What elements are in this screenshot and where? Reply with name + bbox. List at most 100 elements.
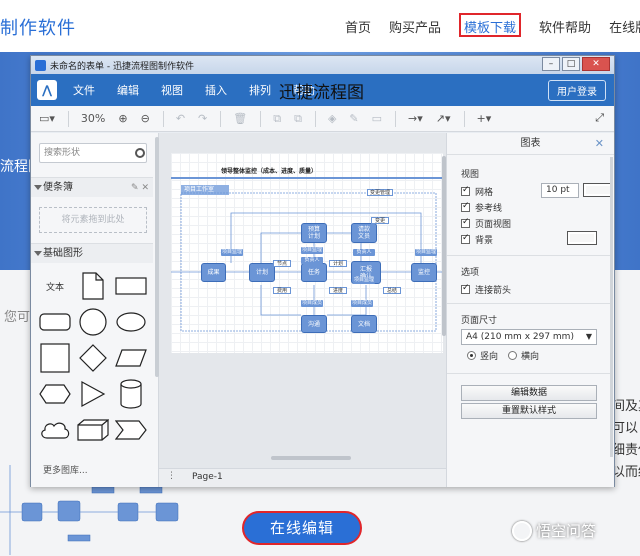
- window-titlebar[interactable]: 未命名的表单 - 迅捷流程图制作软件 – □ ✕: [31, 56, 614, 74]
- delete-icon[interactable]: 🗑: [233, 112, 247, 125]
- shape-parallelogram-icon[interactable]: [113, 341, 149, 375]
- zoom-level[interactable]: 30%: [81, 112, 105, 125]
- flow-node[interactable]: 成果: [201, 263, 226, 282]
- page-view-option[interactable]: 页面视图: [461, 217, 511, 230]
- undo-icon[interactable]: ↶: [176, 112, 185, 125]
- nav-online[interactable]: 在线版: [609, 17, 640, 37]
- shape-step-icon[interactable]: [113, 413, 149, 447]
- flow-note[interactable]: 节点: [273, 260, 291, 267]
- shape-rounded-rect-icon[interactable]: [37, 305, 73, 339]
- diagram-page[interactable]: 领导整体监控（成本、进度、质量） 项目工作室 成果 计划 任务 汇报 确认 监控…: [171, 153, 443, 353]
- shape-triangle-icon[interactable]: [75, 377, 111, 411]
- landscape-radio[interactable]: [508, 351, 518, 360]
- zoom-out-icon[interactable]: ⊖: [141, 112, 150, 125]
- shadow-icon[interactable]: ▭: [372, 112, 382, 125]
- connection-arrows-option[interactable]: 连接箭头: [461, 283, 511, 296]
- grid-color-swatch[interactable]: [583, 183, 613, 197]
- menu-file[interactable]: 文件: [73, 82, 95, 98]
- properties-tab[interactable]: 图表: [521, 138, 541, 149]
- shape-note-icon[interactable]: [75, 269, 111, 303]
- zoom-in-icon[interactable]: ⊕: [118, 112, 127, 125]
- properties-close-icon[interactable]: ✕: [595, 133, 604, 155]
- background-checkbox[interactable]: [461, 233, 470, 244]
- flow-note[interactable]: 变更管理: [367, 189, 393, 196]
- flow-note[interactable]: 计划: [329, 260, 347, 267]
- to-back-icon[interactable]: ⧉: [294, 112, 302, 126]
- shape-text[interactable]: 文本: [37, 269, 73, 303]
- flow-label[interactable]: 项目成员: [351, 300, 373, 307]
- shape-ellipse-icon[interactable]: [113, 305, 149, 339]
- guides-checkbox[interactable]: [461, 201, 470, 212]
- grid-checkbox[interactable]: [461, 185, 470, 196]
- scratchpad-tools[interactable]: ✎ ✕: [131, 178, 149, 198]
- to-front-icon[interactable]: ⧉: [273, 112, 281, 126]
- insert-icon[interactable]: +▾: [477, 112, 492, 125]
- flow-label[interactable]: 负责人: [353, 249, 375, 256]
- site-logo[interactable]: 制作软件: [0, 14, 76, 40]
- menu-edit[interactable]: 编辑: [117, 82, 139, 98]
- fill-color-icon[interactable]: ◈: [328, 112, 336, 125]
- shape-diamond-icon[interactable]: [75, 341, 111, 375]
- basic-shapes-header[interactable]: 基础图形: [31, 243, 153, 263]
- flow-node[interactable]: 文档: [351, 315, 377, 333]
- flow-node[interactable]: 请款 文员: [351, 223, 377, 243]
- flow-node[interactable]: 监控: [411, 263, 437, 282]
- reset-style-button[interactable]: 重置默认样式: [461, 403, 597, 419]
- shape-search-input[interactable]: 搜索形状: [39, 143, 147, 163]
- shape-cylinder-icon[interactable]: [113, 377, 149, 411]
- page-tab[interactable]: Page-1: [192, 472, 223, 482]
- grid-size-input[interactable]: 10 pt: [541, 183, 579, 198]
- shape-rectangle-icon[interactable]: [113, 269, 149, 303]
- flow-label[interactable]: 项目监理: [415, 249, 437, 256]
- shape-square-icon[interactable]: [37, 341, 73, 375]
- edit-data-button[interactable]: 编辑数据: [461, 385, 597, 401]
- canvas-area[interactable]: 领导整体监控（成本、进度、质量） 项目工作室 成果 计划 任务 汇报 确认 监控…: [159, 133, 446, 468]
- menu-arrange[interactable]: 排列: [249, 82, 271, 98]
- flow-node[interactable]: 任务: [301, 263, 327, 282]
- flow-node[interactable]: 预算 计划: [301, 223, 327, 243]
- flow-label[interactable]: 项目成员: [301, 300, 323, 307]
- paper-size-select[interactable]: A4 (210 mm x 297 mm) ▼: [461, 329, 597, 345]
- properties-scrollbar[interactable]: [610, 157, 613, 457]
- flow-node[interactable]: 沟通: [301, 315, 327, 333]
- shape-cloud-icon[interactable]: [37, 413, 73, 447]
- grid-option[interactable]: 网格: [461, 185, 493, 198]
- search-icon[interactable]: [135, 148, 145, 158]
- menu-view[interactable]: 视图: [161, 82, 183, 98]
- flow-label[interactable]: 负责人: [301, 257, 323, 264]
- nav-help[interactable]: 软件帮助: [539, 17, 591, 37]
- nav-home[interactable]: 首页: [345, 17, 371, 37]
- shape-cube-icon[interactable]: [75, 413, 111, 447]
- background-option[interactable]: 背景: [461, 233, 493, 246]
- scratchpad-drop-zone[interactable]: 将元素拖到此处: [39, 207, 147, 233]
- flow-note[interactable]: 进度: [329, 287, 347, 294]
- flow-node[interactable]: 计划: [249, 263, 275, 282]
- page-view-checkbox[interactable]: [461, 217, 470, 228]
- fullscreen-icon[interactable]: ⤢: [595, 111, 604, 125]
- redo-icon[interactable]: ↷: [198, 112, 207, 125]
- flow-note[interactable]: 变更: [371, 217, 389, 224]
- login-button[interactable]: 用户登录: [548, 80, 606, 101]
- nav-templates[interactable]: 模板下载: [459, 13, 522, 37]
- close-button[interactable]: ✕: [582, 57, 610, 71]
- flow-label[interactable]: 项目监理: [301, 247, 323, 254]
- background-color-swatch[interactable]: [567, 231, 597, 245]
- flow-note[interactable]: 费用: [273, 287, 291, 294]
- online-edit-button[interactable]: 在线编辑: [242, 511, 362, 545]
- minimize-button[interactable]: –: [542, 57, 560, 71]
- menu-insert[interactable]: 插入: [205, 82, 227, 98]
- shape-circle-icon[interactable]: [75, 305, 111, 339]
- line-color-icon[interactable]: ✎: [349, 112, 358, 125]
- more-libraries-link[interactable]: 更多图库...: [43, 463, 88, 476]
- flow-label[interactable]: 项目监理: [221, 249, 243, 256]
- shape-hexagon-icon[interactable]: [37, 377, 73, 411]
- page-menu-icon[interactable]: ⋮: [167, 471, 176, 481]
- flow-label[interactable]: 项目监理: [353, 277, 375, 284]
- maximize-button[interactable]: □: [562, 57, 580, 71]
- connection-arrows-checkbox[interactable]: [461, 283, 470, 294]
- flow-note[interactable]: 总结: [383, 287, 401, 294]
- scratchpad-header[interactable]: 便条簿 ✎ ✕: [31, 177, 153, 197]
- portrait-radio[interactable]: [467, 351, 476, 360]
- nav-buy[interactable]: 购买产品: [389, 17, 441, 37]
- waypoint-icon[interactable]: ↗▾: [436, 112, 451, 125]
